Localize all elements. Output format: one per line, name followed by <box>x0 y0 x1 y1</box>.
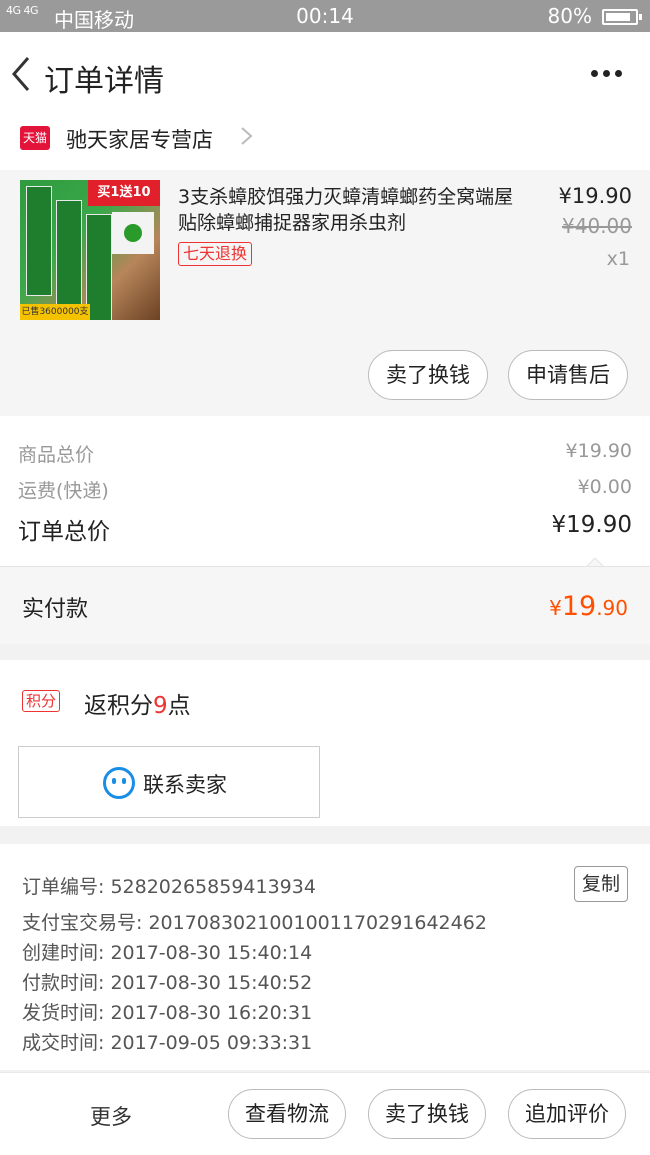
product-card[interactable]: 买1送10 已售3600000支 3支杀蟑胶饵强力灭蟑清蟑螂药全窝端屋贴除蟑螂捕… <box>0 170 650 416</box>
back-arrow-icon[interactable] <box>8 54 36 94</box>
nav-bar: 订单详情 <box>0 32 650 120</box>
chat-bubble-icon <box>103 767 135 799</box>
product-quantity: x1 <box>606 248 630 270</box>
original-price: ¥40.00 <box>562 214 632 238</box>
product-title: 3支杀蟑胶饵强力灭蟑清蟑螂药全窝端屋贴除蟑螂捕捉器家用杀虫剂 <box>178 186 514 234</box>
price-summary: 商品总价 ¥19.90 运费(快递) ¥0.00 订单总价 ¥19.90 <box>0 416 650 567</box>
shop-name: 驰天家居专营店 <box>66 128 213 152</box>
shipping-label: 运费(快递) <box>18 480 109 502</box>
points-section: 积分 返积分9点 联系卖家 <box>0 660 650 826</box>
add-review-button[interactable]: 追加评价 <box>508 1089 626 1139</box>
amount-paid-value: ¥19.90 <box>549 591 628 622</box>
page-title: 订单详情 <box>44 64 164 99</box>
after-sale-button[interactable]: 申请售后 <box>508 350 628 400</box>
alipay-trade-number: 支付宝交易号: 2017083021001001170291642462 <box>22 912 487 934</box>
shop-row[interactable]: 天猫 驰天家居专营店 <box>0 120 650 170</box>
contact-seller-button[interactable]: 联系卖家 <box>18 746 320 818</box>
more-button[interactable]: 更多 <box>90 1101 132 1131</box>
shipping-row: 运费(快递) ¥0.00 <box>18 476 632 503</box>
paid-time: 付款时间: 2017-08-30 15:40:52 <box>22 972 313 994</box>
product-package <box>26 186 52 296</box>
sell-for-cash-footer-button[interactable]: 卖了换钱 <box>368 1089 486 1139</box>
contact-seller-label: 联系卖家 <box>143 773 227 797</box>
more-options-icon[interactable] <box>591 70 622 77</box>
return-policy-badge: 七天退换 <box>178 242 253 266</box>
goods-total-value: ¥19.90 <box>565 440 632 462</box>
points-reward-text: 返积分9点 <box>84 693 191 719</box>
shipping-value: ¥0.00 <box>577 476 632 498</box>
view-logistics-button[interactable]: 查看物流 <box>228 1089 346 1139</box>
order-total-row: 订单总价 ¥19.90 <box>18 512 632 546</box>
created-time: 创建时间: 2017-08-30 15:40:14 <box>22 942 313 964</box>
bottom-action-bar: 更多 查看物流 卖了换钱 追加评价 <box>0 1072 650 1155</box>
sold-count-label: 已售3600000支 <box>20 304 90 320</box>
order-total-value: ¥19.90 <box>551 512 632 538</box>
battery-icon <box>602 9 642 25</box>
points-badge: 积分 <box>22 690 61 712</box>
completed-time: 成交时间: 2017-09-05 09:33:31 <box>22 1032 313 1054</box>
status-bar: 4G 4G 中国移动 00:14 80% <box>0 0 650 32</box>
product-price: ¥19.90 <box>558 184 632 208</box>
product-box <box>112 212 154 254</box>
goods-total-row: 商品总价 ¥19.90 <box>18 440 632 467</box>
product-package <box>56 200 82 310</box>
promo-label: 买1送10 <box>88 180 160 206</box>
order-total-label: 订单总价 <box>18 519 110 545</box>
goods-total-label: 商品总价 <box>18 444 95 466</box>
amount-paid-row: 实付款 ¥19.90 <box>0 566 650 644</box>
order-number: 订单编号: 52820265859413934 <box>22 876 316 898</box>
battery-percent: 80% <box>547 4 592 28</box>
tmall-logo-icon: 天猫 <box>20 126 50 150</box>
chevron-right-icon <box>241 127 253 145</box>
sell-for-cash-button[interactable]: 卖了换钱 <box>368 350 488 400</box>
product-image[interactable]: 买1送10 已售3600000支 <box>20 180 160 320</box>
copy-button[interactable]: 复制 <box>574 866 628 902</box>
amount-paid-label: 实付款 <box>22 597 89 622</box>
order-info: 订单编号: 52820265859413934 支付宝交易号: 20170830… <box>0 844 650 1070</box>
shipped-time: 发货时间: 2017-08-30 16:20:31 <box>22 1002 313 1024</box>
